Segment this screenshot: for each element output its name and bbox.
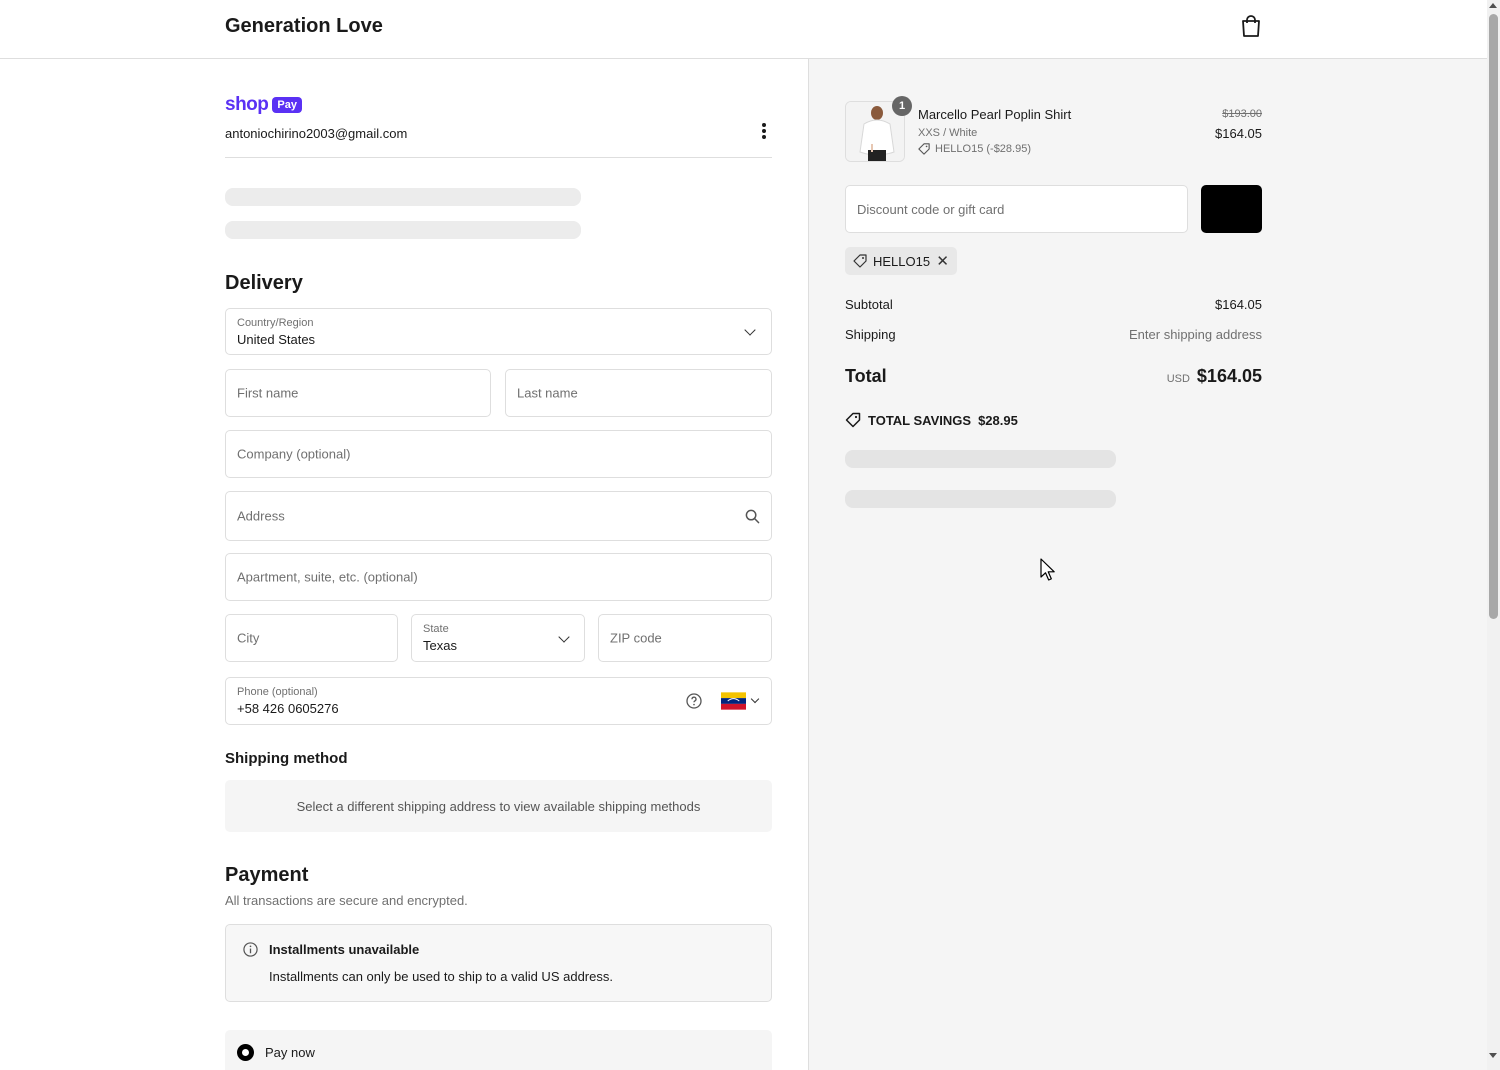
total-row: Total USD $164.05 (845, 366, 1262, 387)
checkout-header: Generation Love (0, 0, 1487, 59)
applied-discount-code: HELLO15 (873, 253, 931, 269)
scroll-up-arrow-icon[interactable] (1489, 3, 1497, 8)
product-discount: HELLO15 (-$28.95) (918, 143, 1031, 155)
payment-subtitle: All transactions are secure and encrypte… (225, 893, 468, 908)
applied-discount-chip: HELLO15 ✕ (845, 247, 957, 275)
divider (225, 157, 772, 158)
shop-pay-logo: shop Pay (225, 94, 302, 116)
total-savings: TOTAL SAVINGS $28.95 (845, 412, 1018, 428)
last-name-field[interactable]: Last name (505, 369, 772, 417)
phone-field[interactable]: Phone (optional) +58 426 0605276 (225, 677, 772, 725)
shipping-row: Shipping Enter shipping address (845, 327, 1262, 342)
shopping-bag-icon[interactable] (1240, 14, 1262, 38)
subtotal-row: Subtotal $164.05 (845, 297, 1262, 312)
total-value: $164.05 (1196, 366, 1262, 386)
payment-heading: Payment (225, 864, 309, 886)
zip-field[interactable]: ZIP code (598, 614, 772, 662)
first-name-field[interactable]: First name (225, 369, 491, 417)
shipping-label: Shipping (845, 327, 896, 342)
savings-label: TOTAL SAVINGS (868, 412, 972, 428)
more-options-icon[interactable] (756, 122, 772, 142)
product-name: Marcello Pearl Poplin Shirt (918, 107, 1072, 122)
subtotal-label: Subtotal (845, 297, 893, 312)
first-name-placeholder: First name (237, 385, 299, 401)
address-field[interactable]: Address (225, 491, 772, 541)
address-placeholder: Address (237, 508, 285, 524)
loading-skeleton (845, 490, 1116, 508)
chevron-down-icon (744, 324, 756, 336)
discount-code-input[interactable]: Discount code or gift card (845, 185, 1188, 233)
shipping-method-message: Select a different shipping address to v… (296, 798, 701, 814)
installments-text: Installments can only be used to ship to… (269, 969, 613, 984)
last-name-placeholder: Last name (517, 385, 578, 401)
country-select[interactable]: Country/Region United States (225, 308, 772, 355)
subtotal-value: $164.05 (1215, 297, 1262, 312)
search-icon (745, 509, 760, 524)
shop-pay-badge: Pay (272, 97, 302, 113)
installments-notice: Installments unavailable Installments ca… (225, 924, 772, 1002)
shipping-method-notice: Select a different shipping address to v… (225, 780, 772, 832)
remove-discount-icon[interactable]: ✕ (936, 252, 949, 270)
state-label: State (423, 623, 449, 635)
state-select[interactable]: State Texas (411, 614, 585, 662)
product-price: $164.05 (1215, 126, 1262, 141)
phone-label: Phone (optional) (237, 686, 318, 698)
total-currency: USD (1166, 373, 1190, 385)
delivery-heading: Delivery (225, 272, 303, 294)
apartment-placeholder: Apartment, suite, etc. (optional) (237, 569, 418, 585)
pay-now-label: Pay now (265, 1045, 315, 1060)
chevron-down-icon (558, 631, 570, 643)
shipping-method-heading: Shipping method (225, 750, 348, 767)
tag-icon (845, 412, 861, 428)
loading-skeleton (225, 188, 581, 206)
scrollbar-thumb[interactable] (1489, 14, 1498, 619)
venezuela-flag-icon[interactable] (721, 692, 746, 710)
scroll-down-arrow-icon[interactable] (1489, 1053, 1497, 1058)
discount-code-placeholder: Discount code or gift card (857, 202, 1005, 217)
product-variant: XXS / White (918, 127, 978, 139)
company-placeholder: Company (optional) (237, 446, 351, 462)
phone-value: +58 426 0605276 (237, 701, 339, 716)
chevron-down-icon (750, 694, 760, 704)
help-circle-icon[interactable] (686, 693, 702, 709)
pay-now-option[interactable]: Pay now (225, 1030, 772, 1070)
store-brand-link[interactable]: Generation Love (225, 15, 383, 38)
shipping-value: Enter shipping address (1129, 327, 1262, 342)
zip-placeholder: ZIP code (610, 630, 662, 646)
city-field[interactable]: City (225, 614, 398, 662)
apartment-field[interactable]: Apartment, suite, etc. (optional) (225, 553, 772, 601)
loading-skeleton (225, 221, 581, 239)
country-label: Country/Region (237, 317, 314, 329)
page-scrollbar[interactable] (1487, 0, 1500, 1070)
quantity-badge: 1 (892, 96, 912, 116)
tag-icon (918, 143, 930, 155)
city-placeholder: City (237, 630, 260, 646)
company-field[interactable]: Company (optional) (225, 430, 772, 478)
mouse-cursor-icon (1040, 558, 1055, 581)
country-value: United States (237, 332, 316, 347)
pay-now-radio[interactable] (237, 1044, 254, 1061)
loading-skeleton (845, 450, 1116, 468)
tag-icon (853, 254, 867, 268)
apply-discount-button[interactable] (1201, 185, 1262, 233)
installments-title: Installments unavailable (269, 942, 420, 957)
total-label: Total (845, 366, 887, 386)
state-value: Texas (423, 638, 457, 653)
savings-value: $28.95 (978, 412, 1018, 428)
product-discount-text: HELLO15 (-$28.95) (935, 143, 1031, 155)
shop-pay-wordmark: shop (225, 94, 269, 115)
account-email: antoniochirino2003@gmail.com (225, 126, 408, 141)
product-original-price: $193.00 (1222, 108, 1262, 120)
info-icon (243, 942, 258, 957)
